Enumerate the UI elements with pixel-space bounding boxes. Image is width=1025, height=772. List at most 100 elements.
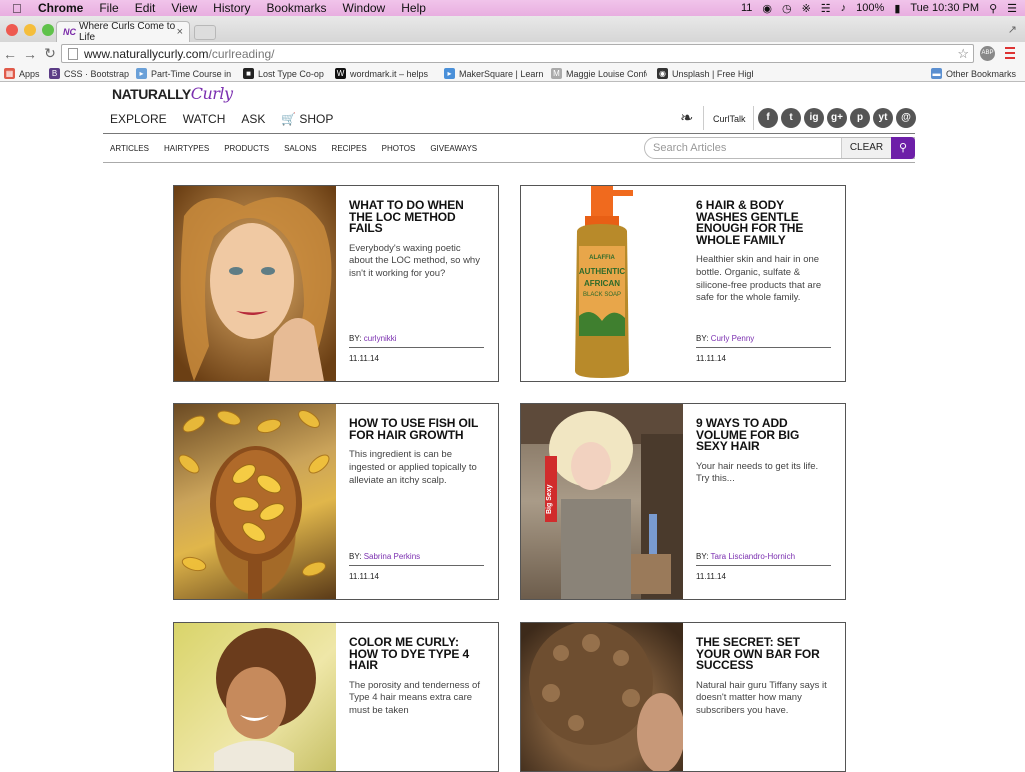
menu-app-chrome[interactable]: Chrome — [38, 1, 83, 15]
battery-percent[interactable]: 100% — [856, 2, 884, 14]
author-link[interactable]: Curly Penny — [711, 334, 755, 343]
site-logo[interactable]: NATURALLYCurly — [112, 84, 233, 103]
article-card[interactable]: COLOR ME CURLY: HOW TO DYE TYPE 4 HAIR T… — [173, 622, 499, 772]
address-bar[interactable]: www.naturallycurly.com /curlreading/ ☆ — [61, 44, 974, 63]
browser-tab-active[interactable]: NC Where Curls Come to Life × — [56, 21, 190, 43]
close-tab-icon[interactable]: × — [177, 26, 183, 38]
volume-icon[interactable]: ♪ — [841, 2, 847, 14]
bookmark-label: MakerSquare | Learn — [459, 68, 544, 79]
bookmark-star-icon[interactable]: ☆ — [957, 46, 969, 62]
subnav-hairtypes[interactable]: HAIRTYPES — [164, 144, 209, 153]
subnav-salons[interactable]: SALONS — [284, 144, 316, 153]
new-tab-button[interactable] — [194, 25, 216, 40]
zoom-window-button[interactable] — [42, 24, 54, 36]
forward-arrow-icon[interactable]: → — [20, 46, 40, 62]
clear-button[interactable]: CLEAR — [841, 138, 891, 158]
article-search: Search Articles CLEAR ⚲ — [644, 137, 915, 159]
article-image-type4-hair[interactable] — [174, 623, 336, 771]
menu-help[interactable]: Help — [401, 1, 426, 15]
subnav-recipes[interactable]: RECIPES — [332, 144, 367, 153]
bookmark-maggie[interactable]: M Maggie Louise Confe — [551, 68, 647, 79]
nav-ask[interactable]: ASK — [241, 112, 265, 126]
reload-icon[interactable]: ↻ — [40, 45, 60, 62]
author-link[interactable]: Sabrina Perkins — [364, 552, 420, 561]
bookmark-lost-type[interactable]: ■ Lost Type Co-op — [243, 68, 324, 79]
soap-brand-text: ALAFFIA — [589, 255, 615, 261]
bookmark-wordmark[interactable]: W wordmark.it – helps — [335, 68, 431, 79]
battery-icon[interactable]: ▮ — [894, 2, 900, 15]
article-card[interactable]: HOW TO USE FISH OIL FOR HAIR GROWTH This… — [173, 403, 499, 600]
clock-text[interactable]: Tue 10:30 PM — [910, 2, 979, 14]
chrome-menu-icon[interactable] — [1005, 47, 1015, 62]
bookmark-makersquare[interactable]: ▸ MakerSquare | Learn — [444, 68, 543, 79]
pinterest-icon[interactable]: p — [850, 108, 870, 128]
article-image-blonde-curls[interactable] — [174, 186, 336, 381]
curltalk-link[interactable]: CurlTalk — [713, 114, 746, 124]
bookmark-bootstrap[interactable]: B CSS · Bootstrap — [49, 68, 129, 79]
article-title[interactable]: THE SECRET: SET YOUR OWN BAR FOR SUCCESS — [696, 636, 831, 672]
nav-watch[interactable]: WATCH — [183, 112, 226, 126]
article-card[interactable]: Big Sexy 9 WAYS TO ADD VOLUME FOR BIG SE… — [520, 403, 846, 600]
subnav-giveaways[interactable]: GIVEAWAYS — [430, 144, 477, 153]
article-image-fish-oil[interactable] — [174, 404, 336, 599]
menu-bookmarks[interactable]: Bookmarks — [267, 1, 327, 15]
minimize-window-button[interactable] — [24, 24, 36, 36]
google-plus-icon[interactable]: g+ — [827, 108, 847, 128]
bookmark-unsplash[interactable]: ◉ Unsplash | Free High — [657, 68, 753, 79]
bookmark-other[interactable]: ▬ Other Bookmarks — [931, 68, 1016, 79]
email-icon[interactable]: @ — [896, 108, 916, 128]
bluetooth-icon[interactable]: ※ — [802, 2, 811, 15]
fullscreen-icon[interactable]: ↗ — [1008, 23, 1017, 36]
wifi-icon[interactable]: ☵ — [821, 2, 831, 15]
nav-explore[interactable]: EXPLORE — [110, 112, 167, 126]
author-link[interactable]: curlynikki — [364, 334, 397, 343]
clock-icon[interactable]: ◷ — [782, 2, 792, 15]
twitter-icon[interactable]: t — [781, 108, 801, 128]
bell-icon[interactable]: ◉ — [762, 2, 772, 15]
subnav-photos[interactable]: PHOTOS — [382, 144, 416, 153]
notification-list-icon[interactable]: ☰ — [1007, 2, 1017, 15]
article-image-soap-bottle[interactable]: ALAFFIA AUTHENTIC AFRICAN BLACK SOAP — [521, 186, 683, 381]
facebook-icon[interactable]: f — [758, 108, 778, 128]
author-link[interactable]: Tara Lisciandro-Hornich — [711, 552, 795, 561]
article-card[interactable]: ALAFFIA AUTHENTIC AFRICAN BLACK SOAP 6 H… — [520, 185, 846, 382]
menu-window[interactable]: Window — [343, 1, 386, 15]
bookmark-part-time[interactable]: ▸ Part-Time Course in — [136, 68, 232, 79]
close-window-button[interactable] — [6, 24, 18, 36]
sub-nav: ARTICLES HAIRTYPES PRODUCTS SALONS RECIP… — [110, 144, 477, 153]
article-title[interactable]: 6 HAIR & BODY WASHES GENTLE ENOUGH FOR T… — [696, 199, 831, 246]
adblock-extension-icon[interactable]: ABP — [980, 46, 995, 61]
tab-title: Where Curls Come to Life — [79, 21, 176, 43]
bookmark-apps[interactable]: ▦ Apps — [4, 68, 40, 79]
status-num[interactable]: 11 — [741, 2, 752, 14]
article-image-big-hair[interactable]: Big Sexy — [521, 404, 683, 599]
search-icon[interactable]: ⚲ — [989, 2, 997, 15]
article-title[interactable]: COLOR ME CURLY: HOW TO DYE TYPE 4 HAIR — [349, 636, 484, 672]
article-title[interactable]: 9 WAYS TO ADD VOLUME FOR BIG SEXY HAIR — [696, 417, 831, 453]
article-card[interactable]: WHAT TO DO WHEN THE LOC METHOD FAILS Eve… — [173, 185, 499, 382]
bookmark-label: Apps — [19, 68, 40, 79]
camera-icon: ◉ — [657, 68, 668, 79]
menu-file[interactable]: File — [99, 1, 118, 15]
search-input[interactable]: Search Articles — [653, 142, 726, 154]
article-excerpt: Healthier skin and hair in one bottle. O… — [696, 254, 822, 304]
apps-grid-icon: ▦ — [4, 68, 15, 79]
search-button[interactable]: ⚲ — [891, 137, 915, 159]
back-arrow-icon[interactable]: ← — [0, 46, 20, 62]
article-image-curly-natural[interactable] — [521, 623, 683, 771]
menu-view[interactable]: View — [171, 1, 197, 15]
menu-edit[interactable]: Edit — [135, 1, 156, 15]
bookmark-label: Maggie Louise Confe — [566, 68, 647, 79]
subnav-articles[interactable]: ARTICLES — [110, 144, 149, 153]
instagram-icon[interactable]: ig — [804, 108, 824, 128]
subnav-products[interactable]: PRODUCTS — [224, 144, 269, 153]
awareness-ribbon-icon[interactable]: ❧ — [680, 108, 693, 128]
article-card[interactable]: THE SECRET: SET YOUR OWN BAR FOR SUCCESS… — [520, 622, 846, 772]
article-title[interactable]: HOW TO USE FISH OIL FOR HAIR GROWTH — [349, 417, 484, 441]
article-title[interactable]: WHAT TO DO WHEN THE LOC METHOD FAILS — [349, 199, 484, 235]
youtube-icon[interactable]: yt — [873, 108, 893, 128]
nav-shop[interactable]: 🛒 SHOP — [281, 112, 333, 126]
menu-history[interactable]: History — [213, 1, 250, 15]
apple-icon[interactable]:  — [12, 1, 26, 16]
article-excerpt: Your hair needs to get its life. Try thi… — [696, 460, 819, 485]
